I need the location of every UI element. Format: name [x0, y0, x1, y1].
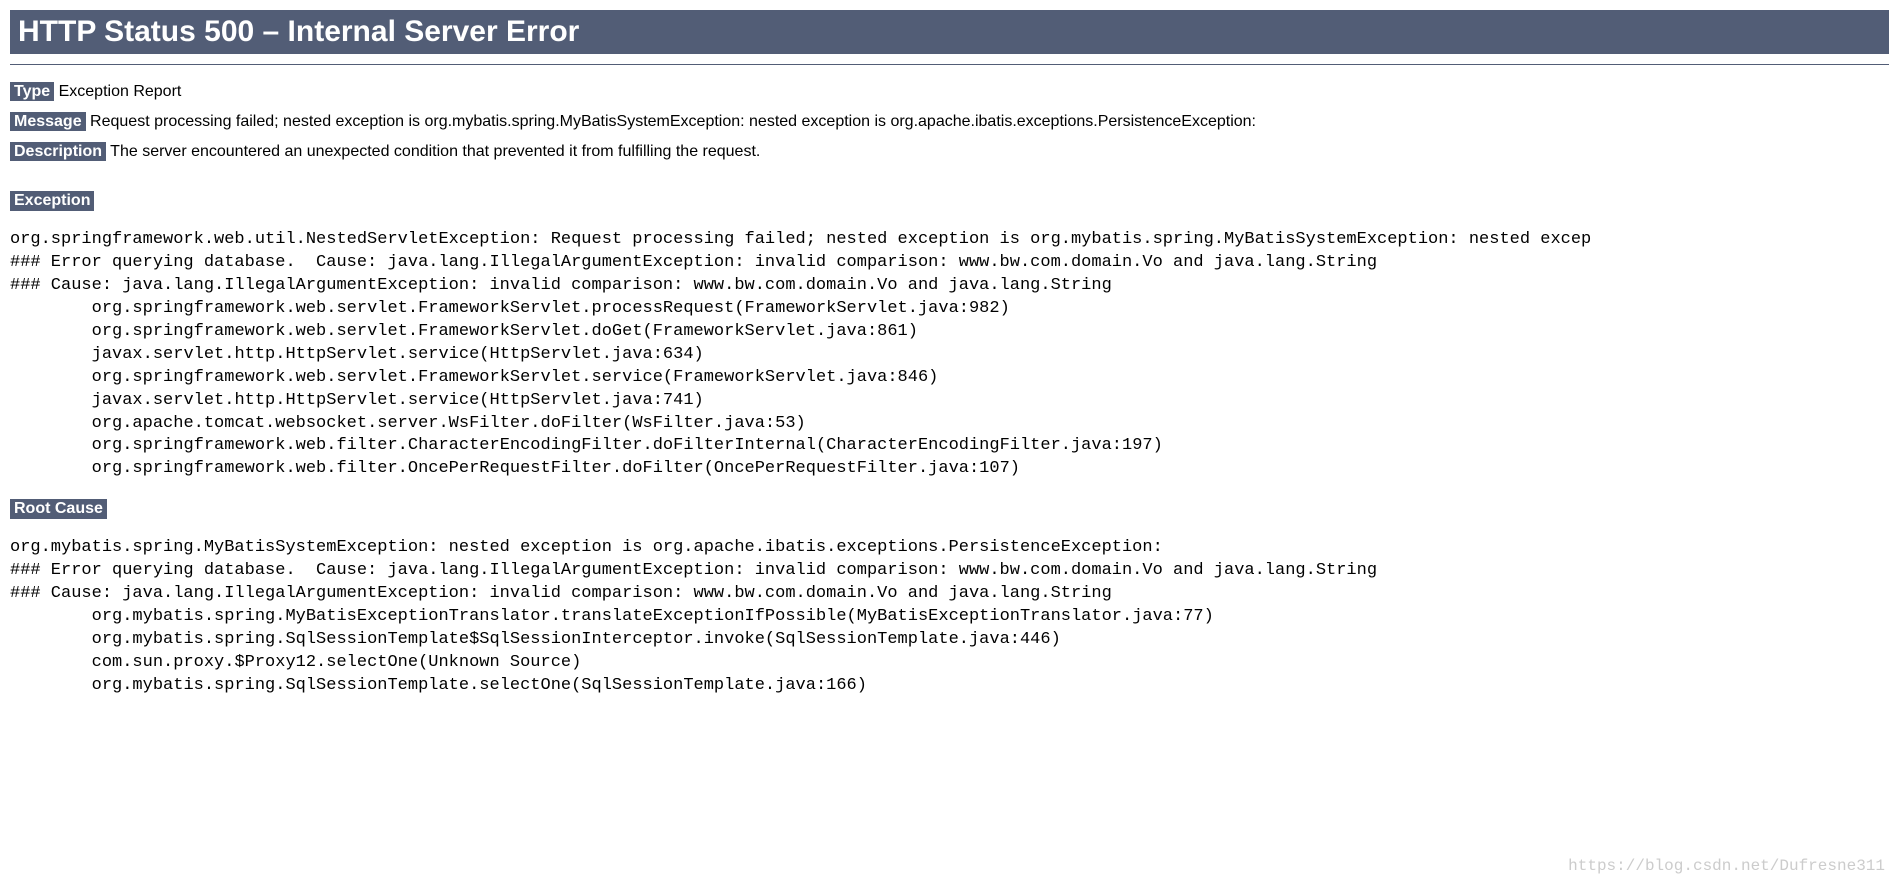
- message-line: Message Request processing failed; neste…: [10, 113, 1889, 131]
- type-line: Type Exception Report: [10, 83, 1889, 101]
- type-value: Exception Report: [59, 83, 182, 100]
- rootcause-trace: org.mybatis.spring.MyBatisSystemExceptio…: [10, 537, 1889, 698]
- description-line: Description The server encountered an un…: [10, 143, 1889, 161]
- exception-heading: Exception: [10, 191, 94, 211]
- watermark: https://blog.csdn.net/Dufresne311: [1568, 857, 1885, 875]
- page-title: HTTP Status 500 – Internal Server Error: [10, 10, 1889, 54]
- message-value: Request processing failed; nested except…: [90, 113, 1256, 130]
- description-label: Description: [10, 142, 106, 161]
- divider: [10, 64, 1889, 65]
- exception-trace: org.springframework.web.util.NestedServl…: [10, 229, 1889, 481]
- type-label: Type: [10, 82, 54, 101]
- message-label: Message: [10, 112, 86, 131]
- description-value: The server encountered an unexpected con…: [110, 143, 760, 160]
- rootcause-heading: Root Cause: [10, 499, 107, 519]
